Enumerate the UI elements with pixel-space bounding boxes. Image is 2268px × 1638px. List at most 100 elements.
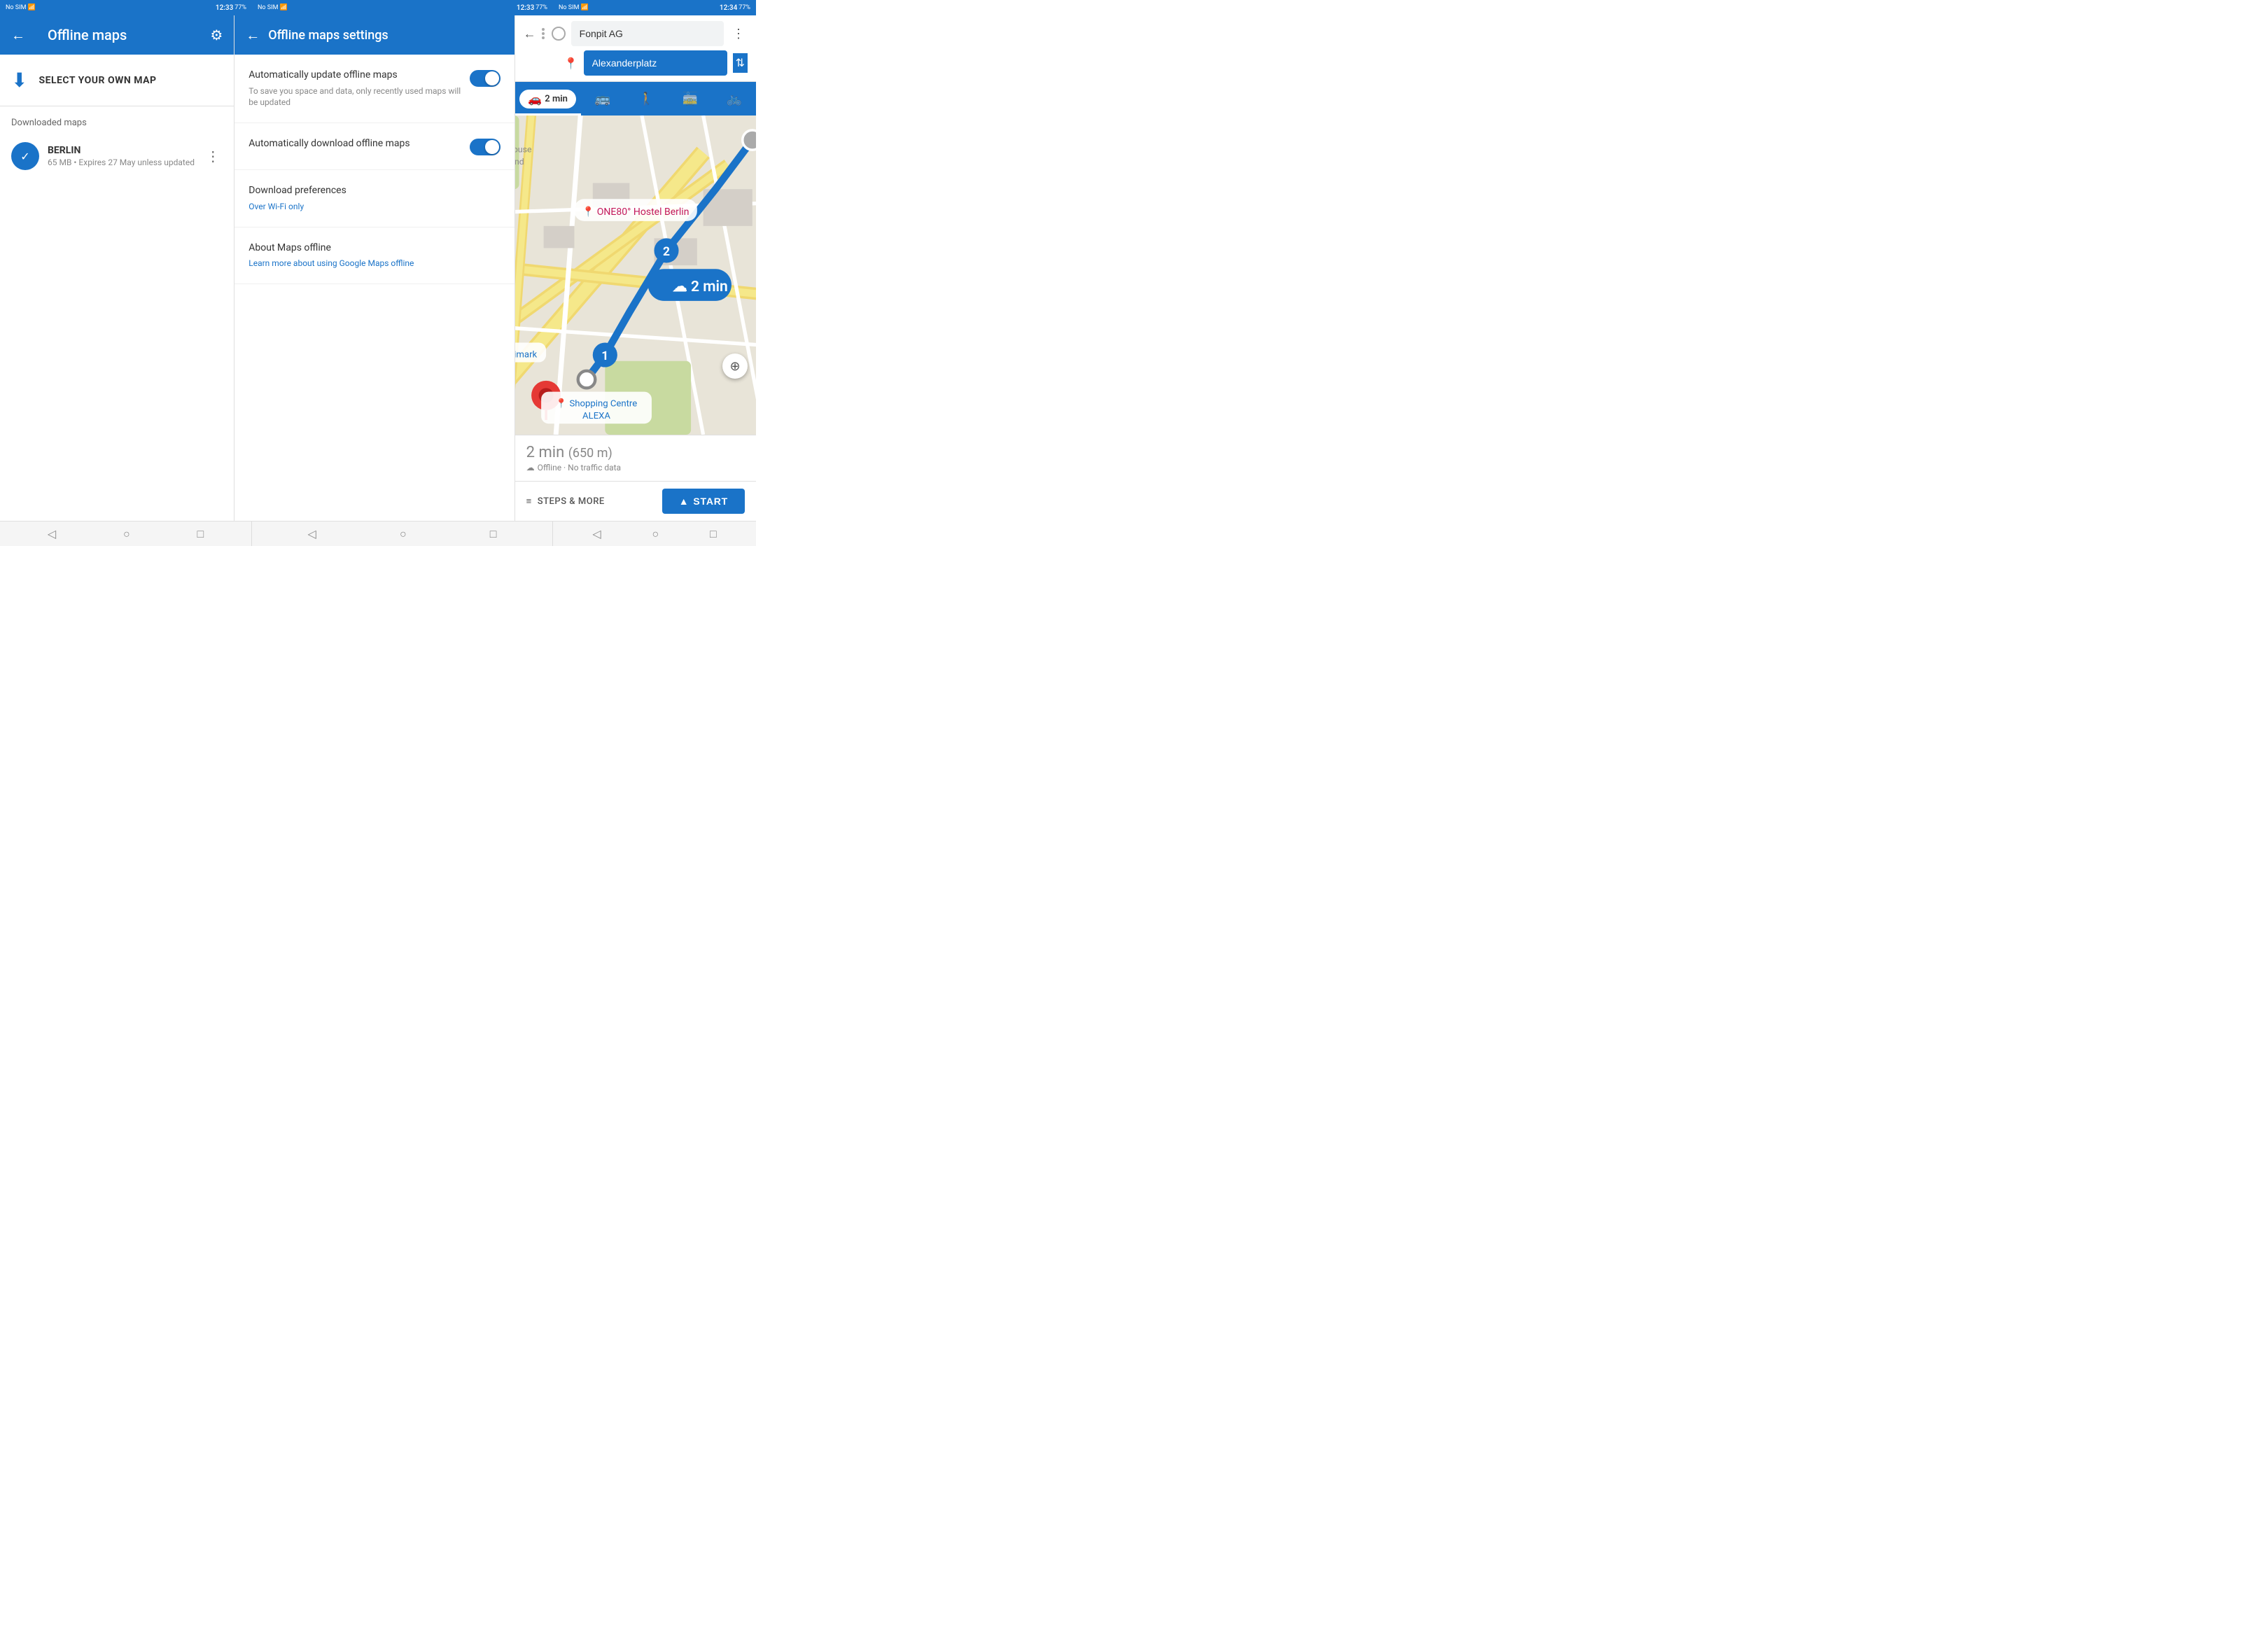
steps-icon: ≡ xyxy=(526,496,532,507)
berlin-map-info: BERLIN 65 MB • Expires 27 May unless upd… xyxy=(48,145,195,167)
berlin-map-meta: 65 MB • Expires 27 May unless updated xyxy=(48,158,195,167)
start-navigation-button[interactable]: ▲ START xyxy=(662,489,745,514)
dot-2 xyxy=(542,32,545,35)
route-status-text: Offline · No traffic data xyxy=(538,463,621,472)
navigation-arrow-icon: ▲ xyxy=(679,496,690,507)
transport-tab-bike[interactable]: 🚲 xyxy=(712,82,756,115)
signal-icon-2: 📶 xyxy=(279,4,287,11)
transit-icon: 🚋 xyxy=(682,92,698,106)
car-duration-badge: 🚗 2 min xyxy=(519,90,576,108)
berlin-map-menu-button[interactable]: ⋮ xyxy=(203,145,223,167)
transport-tab-bus[interactable]: 🚌 xyxy=(581,82,625,115)
origin-circle-icon xyxy=(552,27,566,41)
settings-auto-download: Automatically download offline maps xyxy=(234,123,514,170)
checkmark-icon: ✓ xyxy=(20,150,29,163)
no-sim-label-1: No SIM xyxy=(6,4,26,11)
panel1-title: Offline maps xyxy=(36,15,199,55)
downloaded-section: Downloaded maps ✓ BERLIN 65 MB • Expires… xyxy=(0,106,234,181)
transport-tab-car[interactable]: 🚗 2 min xyxy=(515,82,581,115)
steps-more-button[interactable]: ≡ STEPS & MORE xyxy=(526,496,654,507)
svg-text:☁ 2 min: ☁ 2 min xyxy=(672,278,727,295)
nav-top-row: ← ⋮ xyxy=(524,21,748,46)
auto-download-toggle[interactable] xyxy=(470,139,500,155)
home-nav-button-2[interactable]: ○ xyxy=(400,527,407,541)
status-left-3: No SIM 📶 xyxy=(559,4,589,11)
signal-icon-3: 📶 xyxy=(580,4,588,11)
recents-nav-button-2[interactable]: □ xyxy=(490,527,497,541)
select-map-label: SELECT YOUR OWN MAP xyxy=(38,75,156,86)
nav-search-header: ← ⋮ 📍 ⇅ xyxy=(515,15,756,82)
settings-download-prefs[interactable]: Download preferences Over Wi-Fi only xyxy=(234,170,514,227)
route-time-value: 2 min xyxy=(526,444,568,461)
back-nav-button-3[interactable]: ◁ xyxy=(592,527,601,540)
panel1-content: ⬇ SELECT YOUR OWN MAP Downloaded maps ✓ … xyxy=(0,55,234,521)
back-nav-button-2[interactable]: ◁ xyxy=(308,527,316,540)
recents-nav-button-3[interactable]: □ xyxy=(710,527,717,541)
about-link[interactable]: Learn more about using Google Maps offli… xyxy=(248,258,500,270)
panel2-settings: ← Offline maps settings Automatically up… xyxy=(234,15,514,521)
time-label-3: 12:34 xyxy=(720,4,737,12)
no-sim-label-2: No SIM xyxy=(258,4,278,11)
svg-text:The Grand: The Grand xyxy=(515,157,524,167)
back-button-panel2[interactable]: ← xyxy=(246,27,260,44)
transport-tab-walk[interactable]: 🚶 xyxy=(624,82,668,115)
recents-nav-button-1[interactable]: □ xyxy=(197,527,204,541)
status-right-2: 12:33 77% xyxy=(517,4,547,12)
auto-update-subtitle: To save you space and data, only recentl… xyxy=(248,85,461,109)
back-button-panel1[interactable]: ← xyxy=(11,27,25,44)
svg-text:📍 ONE80° Hostel Berlin: 📍 ONE80° Hostel Berlin xyxy=(582,206,690,218)
offline-cloud-icon: ☁ xyxy=(526,463,535,472)
destination-search-input[interactable] xyxy=(584,50,727,76)
battery-label-2: 77% xyxy=(536,4,547,11)
home-nav-button-1[interactable]: ○ xyxy=(123,527,130,541)
svg-text:📍 Primark: 📍 Primark xyxy=(515,349,538,360)
status-bar-panel1: No SIM 📶 12:33 77% xyxy=(0,0,252,15)
svg-text:Steak house: Steak house xyxy=(515,145,532,155)
svg-text:ALEXA: ALEXA xyxy=(582,411,610,421)
status-right-1: 12:33 77% xyxy=(216,4,246,12)
location-dots xyxy=(542,28,545,39)
home-nav-button-3[interactable]: ○ xyxy=(652,527,659,541)
panel1-offline-maps: ← Offline maps ⚙ ⬇ SELECT YOUR OWN MAP D… xyxy=(0,15,234,521)
download-prefs-text: Download preferences Over Wi-Fi only xyxy=(248,184,500,212)
download-prefs-title: Download preferences xyxy=(248,184,500,198)
download-prefs-link[interactable]: Over Wi-Fi only xyxy=(248,201,500,213)
status-left-1: No SIM 📶 xyxy=(6,4,36,11)
status-bar-panel2: No SIM 📶 12:33 77% xyxy=(252,0,553,15)
auto-update-title: Automatically update offline maps xyxy=(248,69,461,83)
dot-3 xyxy=(542,36,545,39)
nav-bar-1: ◁ ○ □ xyxy=(0,522,252,546)
origin-search-input[interactable] xyxy=(571,21,724,46)
start-label: START xyxy=(693,496,728,507)
swap-directions-button[interactable]: ⇅ xyxy=(733,53,748,73)
more-options-button[interactable]: ⋮ xyxy=(729,24,748,44)
berlin-map-item[interactable]: ✓ BERLIN 65 MB • Expires 27 May unless u… xyxy=(11,136,223,176)
auto-download-title: Automatically download offline maps xyxy=(248,137,461,151)
svg-text:📍 Shopping Centre: 📍 Shopping Centre xyxy=(556,398,637,410)
svg-text:1: 1 xyxy=(601,349,608,363)
route-actions: ≡ STEPS & MORE ▲ START xyxy=(515,481,756,521)
back-nav-button-1[interactable]: ◁ xyxy=(48,527,56,540)
svg-text:2: 2 xyxy=(663,245,670,259)
battery-label-3: 77% xyxy=(738,4,750,11)
map-svg: 2 1 xyxy=(515,115,756,435)
berlin-map-icon: ✓ xyxy=(11,142,39,170)
nav-bar-3: ◁ ○ □ xyxy=(553,522,756,546)
map-area[interactable]: 2 1 xyxy=(515,115,756,435)
transport-tab-transit[interactable]: 🚋 xyxy=(668,82,713,115)
panel2-title: Offline maps settings xyxy=(268,28,503,43)
settings-about[interactable]: About Maps offline Learn more about usin… xyxy=(234,227,514,284)
panel2-content: Automatically update offline maps To sav… xyxy=(234,55,514,521)
settings-icon-panel1[interactable]: ⚙ xyxy=(210,27,223,43)
settings-auto-update: Automatically update offline maps To sav… xyxy=(234,55,514,123)
panel3-navigation: ← ⋮ 📍 ⇅ xyxy=(515,15,756,521)
car-icon: 🚗 xyxy=(528,92,542,106)
my-location-icon: ⊕ xyxy=(729,359,740,374)
route-distance: (650 m) xyxy=(568,446,612,461)
bike-icon: 🚲 xyxy=(727,92,742,106)
my-location-button[interactable]: ⊕ xyxy=(722,354,748,379)
select-map-button[interactable]: ⬇ SELECT YOUR OWN MAP xyxy=(0,55,234,106)
auto-update-toggle[interactable] xyxy=(470,70,500,87)
walk-icon: 🚶 xyxy=(638,92,654,106)
back-button-panel3[interactable]: ← xyxy=(524,27,536,41)
